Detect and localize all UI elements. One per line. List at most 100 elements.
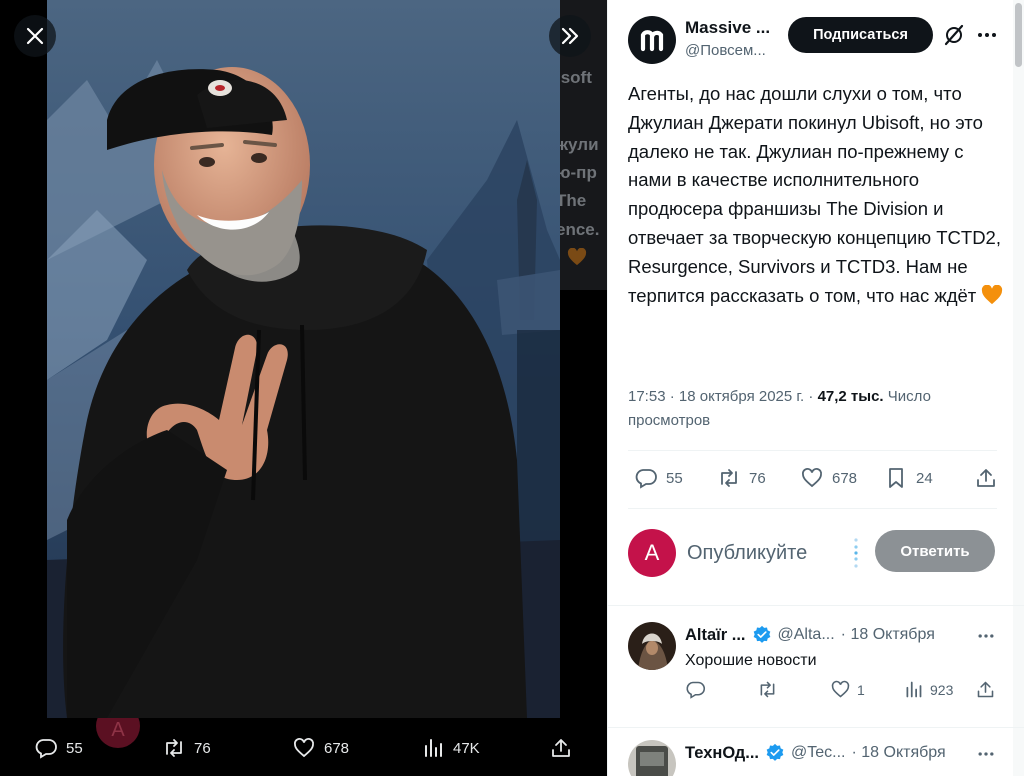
double-chevron-right-icon	[561, 27, 579, 45]
collapse-panel-button[interactable]	[549, 15, 591, 57]
follow-button[interactable]: Подписаться	[788, 17, 933, 53]
tweet-photo[interactable]	[47, 0, 560, 718]
divider	[628, 450, 997, 451]
share-icon	[552, 739, 570, 757]
comment-item[interactable]: Altaïr ... @Alta... · 18 Октября Хорошие…	[628, 622, 998, 718]
ghost-text-line: ence.	[556, 220, 600, 239]
heart-icon	[831, 680, 850, 698]
tweet-meta: 17:53 · 18 октября 2025 г. · 47,2 тыс. Ч…	[628, 385, 998, 433]
more-options-icon[interactable]	[976, 744, 996, 764]
comment-author-handle[interactable]: @Alta...	[778, 626, 835, 644]
comment-author-name[interactable]: Altaïr ...	[685, 626, 746, 645]
reply-count: 55	[666, 469, 683, 487]
views-count: 47,2 тыс.	[817, 388, 884, 405]
close-button[interactable]	[14, 15, 56, 57]
more-options-icon[interactable]	[975, 23, 999, 47]
comment-item[interactable]: ТехнОд... @Tec... · 18 Октября	[628, 740, 998, 776]
close-icon	[26, 27, 44, 45]
comment-avatar[interactable]	[628, 740, 676, 776]
like-count: 678	[832, 469, 858, 487]
meta-separator: ·	[808, 388, 814, 405]
verified-badge-icon	[766, 743, 784, 761]
bookmark-count: 24	[916, 469, 933, 487]
comment-like-button[interactable]: 1	[830, 679, 865, 700]
grok-icon[interactable]	[942, 23, 966, 47]
ghost-heart-emoji	[567, 248, 587, 266]
tweet-actions: 55 76 678 24	[628, 466, 998, 494]
views-chart-icon	[906, 681, 922, 698]
comment-text: Хорошие новости	[685, 652, 817, 669]
comment-views-count: 923	[930, 681, 954, 698]
heart-icon	[802, 468, 822, 488]
share-button[interactable]	[974, 466, 998, 490]
divider	[608, 605, 1024, 606]
reply-composer: A Ответить	[628, 528, 998, 577]
more-options-icon[interactable]	[976, 626, 996, 646]
comment-author-handle[interactable]: @Tec...	[791, 744, 845, 762]
viewer-retweet-button[interactable]: 76	[162, 736, 211, 760]
viewer-like-count: 678	[324, 739, 350, 757]
comment-views-button[interactable]: 923	[903, 679, 953, 700]
author-name[interactable]: Massive ...	[685, 18, 770, 38]
tweet-body: Агенты, до нас дошли слухи о том, что Дж…	[628, 83, 1001, 306]
comment-date[interactable]: · 18 Октября	[841, 626, 935, 644]
retweet-icon	[760, 681, 775, 698]
author-avatar[interactable]	[628, 16, 676, 64]
verified-badge-icon	[753, 625, 770, 643]
scrollbar-track[interactable]	[1013, 0, 1024, 776]
altair-avatar-image	[628, 622, 676, 670]
reply-icon	[35, 739, 57, 759]
my-avatar[interactable]: A	[628, 529, 676, 577]
retweet-button[interactable]: 76	[717, 466, 766, 490]
viewer-retweet-count: 76	[194, 739, 211, 757]
comment-retweet-button[interactable]	[757, 679, 784, 700]
media-viewer: isoft жули ю-пр The ence. A 55 76 678 47…	[0, 0, 607, 776]
comment-actions: 1 923	[685, 679, 998, 703]
tweet-detail-panel: Massive ... @Повсем... Подписаться Агент…	[607, 0, 1024, 776]
comment-reply-button[interactable]	[685, 679, 712, 700]
bookmark-icon	[889, 468, 903, 488]
vertical-dots-icon	[854, 538, 858, 568]
retweet-icon	[721, 469, 737, 487]
comment-header: Altaïr ... @Alta... · 18 Октября	[685, 625, 935, 645]
reply-input[interactable]	[687, 538, 857, 568]
viewer-like-button[interactable]: 678	[292, 736, 349, 760]
tweet-header: Massive ... @Повсем... Подписаться	[628, 14, 1008, 64]
retweet-count: 76	[749, 469, 766, 487]
share-icon	[977, 469, 995, 487]
retweet-icon	[166, 739, 182, 757]
ghost-text-line: ю-пр	[556, 163, 597, 182]
divider	[628, 508, 997, 509]
comment-date[interactable]: · 18 Октября	[852, 744, 946, 762]
meta-separator: ·	[669, 388, 675, 405]
technod-avatar-image	[628, 740, 676, 776]
author-handle[interactable]: @Повсем...	[685, 42, 766, 59]
comment-header: ТехнОд... @Tec... · 18 Октября	[685, 743, 946, 763]
views-chart-icon	[425, 739, 442, 757]
tweet-time[interactable]: 17:53	[628, 388, 666, 405]
ghost-text-line: The	[556, 191, 587, 210]
heart-icon	[294, 738, 314, 758]
viewer-action-bar: 55 76 678 47K	[0, 722, 607, 776]
like-button[interactable]: 678	[800, 466, 857, 490]
viewer-views-button[interactable]: 47K	[421, 736, 480, 760]
comment-avatar[interactable]	[628, 622, 676, 670]
viewer-share-button[interactable]	[549, 736, 573, 760]
comment-share-button[interactable]	[975, 679, 996, 700]
bookmark-button[interactable]: 24	[884, 466, 933, 490]
reply-icon	[686, 681, 706, 699]
scrollbar-thumb[interactable]	[1015, 3, 1022, 67]
divider	[608, 727, 1024, 728]
share-icon	[977, 681, 994, 698]
viewer-views-count: 47K	[453, 739, 480, 757]
viewer-reply-button[interactable]: 55	[34, 736, 83, 760]
reply-button[interactable]: 55	[634, 466, 683, 490]
reply-submit-button[interactable]: Ответить	[875, 530, 995, 572]
comment-like-count: 1	[857, 681, 865, 698]
massive-logo-icon	[640, 30, 664, 52]
tweet-date[interactable]: 18 октября 2025 г.	[679, 388, 804, 405]
orange-heart-emoji	[982, 284, 1003, 304]
reply-icon	[635, 469, 657, 489]
comment-author-name[interactable]: ТехнОд...	[685, 744, 759, 763]
tweet-text: Агенты, до нас дошли слухи о том, что Дж…	[628, 80, 1008, 310]
